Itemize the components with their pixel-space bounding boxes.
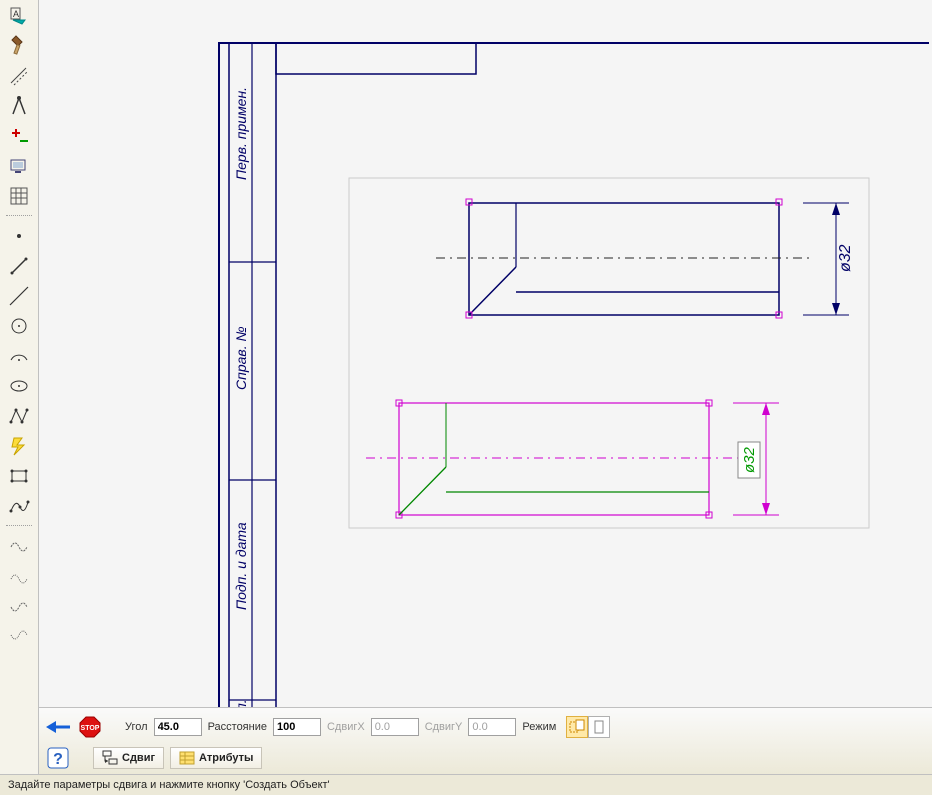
attributes-icon (179, 750, 195, 766)
tool-wave-d-icon[interactable] (5, 622, 33, 650)
tab-shift-label: Сдвиг (122, 752, 155, 764)
tool-spline-icon[interactable] (5, 492, 33, 520)
tool-point-icon[interactable] (5, 222, 33, 250)
shiftx-input (371, 718, 419, 736)
mode-move-button[interactable] (588, 716, 610, 738)
help-button[interactable]: ? (45, 745, 71, 771)
tool-bezier-lightning-icon[interactable] (5, 432, 33, 460)
distance-input[interactable] (273, 718, 321, 736)
stop-button[interactable]: STOP (77, 714, 103, 740)
toolbar-separator (6, 525, 32, 527)
tool-grid-icon[interactable] (5, 182, 33, 210)
tool-ellipse-icon[interactable] (5, 372, 33, 400)
drawing-svg: Перв. примен. Справ. № Подп. и дата убл. (189, 0, 929, 707)
tool-text-flag-icon[interactable]: A (5, 2, 33, 30)
svg-text:?: ? (53, 751, 63, 768)
tool-plus-minus-icon[interactable] (5, 122, 33, 150)
tab-attrs-label: Атрибуты (199, 752, 253, 764)
svg-text:STOP: STOP (81, 725, 100, 732)
status-text: Задайте параметры сдвига и нажмите кнопк… (8, 779, 330, 791)
mode-label: Режим (522, 721, 556, 733)
shifty-label: СдвигY (425, 721, 463, 733)
create-object-button[interactable] (45, 714, 71, 740)
tool-hammer-icon[interactable] (5, 32, 33, 60)
tool-wave-b-icon[interactable] (5, 562, 33, 590)
tool-compass-icon[interactable] (5, 92, 33, 120)
tab-shift[interactable]: Сдвиг (93, 747, 164, 769)
titleblock-1: Перв. примен. (233, 87, 249, 180)
tool-screen-icon[interactable] (5, 152, 33, 180)
tab-attributes[interactable]: Атрибуты (170, 747, 262, 769)
tool-infinite-line-icon[interactable] (5, 282, 33, 310)
status-bar: Задайте параметры сдвига и нажмите кнопк… (0, 774, 932, 795)
tool-polyline-icon[interactable] (5, 402, 33, 430)
dim-top-label: ø32 (837, 244, 854, 272)
left-toolbar: A (0, 0, 39, 795)
titleblock-4: убл. (233, 699, 249, 707)
tool-rectangle-pts-icon[interactable] (5, 462, 33, 490)
titleblock-3: Подп. и дата (233, 522, 249, 610)
dim-bottom-label: ø32 (741, 446, 758, 473)
mode-keep-original-button[interactable] (566, 716, 588, 738)
tool-line-segment-icon[interactable] (5, 252, 33, 280)
shifty-input (468, 718, 516, 736)
drawing-canvas[interactable]: Перв. примен. Справ. № Подп. и дата убл. (39, 0, 932, 707)
tool-wave-c-icon[interactable] (5, 592, 33, 620)
tool-circle-icon[interactable] (5, 312, 33, 340)
shiftx-label: СдвигX (327, 721, 365, 733)
tool-parallel-lines-icon[interactable] (5, 62, 33, 90)
tool-arc-icon[interactable] (5, 342, 33, 370)
tool-wave-a-icon[interactable] (5, 532, 33, 560)
titleblock-2: Справ. № (233, 326, 249, 390)
shift-icon (102, 750, 118, 766)
angle-input[interactable] (154, 718, 202, 736)
distance-label: Расстояние (208, 721, 267, 733)
svg-text:A: A (13, 9, 19, 19)
property-panel: STOP Угол Расстояние СдвигX СдвигY Режим (39, 707, 932, 774)
angle-label: Угол (125, 721, 148, 733)
toolbar-separator (6, 215, 32, 217)
